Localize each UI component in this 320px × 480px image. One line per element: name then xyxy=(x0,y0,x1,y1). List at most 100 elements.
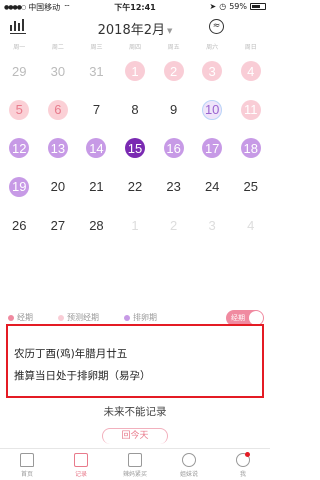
calendar-day[interactable]: 18 xyxy=(240,138,261,159)
calendar-cell[interactable]: 18 xyxy=(231,138,270,159)
calendar-cell[interactable]: 24 xyxy=(193,177,232,197)
calendar-day[interactable]: 4 xyxy=(241,215,261,235)
tab-bar: 首页 记录 辣妈紧买 姐妹说 我 xyxy=(0,448,270,480)
ovulation-dot-icon xyxy=(124,314,130,321)
home-icon xyxy=(20,453,34,467)
calendar-day[interactable]: 10 xyxy=(202,99,223,120)
community-icon xyxy=(182,453,196,467)
calendar-cell[interactable]: 19 xyxy=(0,176,39,197)
calendar-cell[interactable]: 30 xyxy=(39,61,78,81)
calendar-day[interactable]: 12 xyxy=(9,138,30,159)
calendar-day[interactable]: 1 xyxy=(125,61,146,82)
calendar-cell[interactable]: 16 xyxy=(154,138,193,159)
calendar-day[interactable]: 22 xyxy=(125,177,145,197)
calendar-cell[interactable]: 29 xyxy=(0,61,39,81)
calendar-day[interactable]: 6 xyxy=(47,99,68,120)
calendar-day[interactable]: 28 xyxy=(86,215,106,235)
calendar-cell[interactable]: 10 xyxy=(193,99,232,120)
month-selector[interactable]: 2018年2月 ▼ xyxy=(0,19,270,38)
calendar-day[interactable]: 8 xyxy=(125,100,145,120)
calendar-cell[interactable]: 11 xyxy=(231,99,270,120)
calendar-week-row: 26 27 28 1 2 3 4 xyxy=(0,206,270,245)
calendar-cell[interactable]: 4 xyxy=(231,215,270,235)
tab-record[interactable]: 记录 xyxy=(54,449,108,480)
chevron-down-icon: ▼ xyxy=(166,26,173,35)
calendar-day[interactable]: 3 xyxy=(202,61,223,82)
calendar-cell[interactable]: 25 xyxy=(231,177,270,197)
calendar-day[interactable]: 24 xyxy=(202,177,222,197)
sync-icon[interactable]: ≈ xyxy=(209,19,224,34)
calendar-cell[interactable]: 4 xyxy=(231,61,270,82)
calendar-cell[interactable]: 3 xyxy=(193,61,232,82)
back-to-today-button[interactable]: 回今天 xyxy=(102,428,168,444)
calendar-day[interactable]: 5 xyxy=(9,99,30,120)
tab-home[interactable]: 首页 xyxy=(0,449,54,480)
status-bar: ●●●●○ 中国移动 ⌔ 下午12:41 ➤ ◷ 59% xyxy=(0,0,270,14)
calendar-day[interactable]: 3 xyxy=(202,215,222,235)
calendar-day[interactable]: 17 xyxy=(202,138,223,159)
legend-period: 经期 xyxy=(8,312,33,323)
calendar-day[interactable]: 14 xyxy=(86,138,107,159)
calendar-cell[interactable]: 20 xyxy=(39,177,78,197)
calendar-cell[interactable]: 1 xyxy=(116,61,155,82)
calendar-day[interactable]: 1 xyxy=(125,215,145,235)
legend-ovulation: 排卵期 xyxy=(124,312,157,323)
future-note: 未来不能记录 xyxy=(103,406,167,418)
calendar-cell[interactable]: 28 xyxy=(77,215,116,235)
tab-community[interactable]: 姐妹说 xyxy=(162,449,216,480)
calendar-icon xyxy=(74,453,88,467)
calendar-cell[interactable]: 6 xyxy=(39,99,78,120)
calendar-day[interactable]: 30 xyxy=(48,61,68,81)
calendar-cell[interactable]: 13 xyxy=(39,138,78,159)
calendar-day[interactable]: 2 xyxy=(163,61,184,82)
calendar-day[interactable]: 20 xyxy=(48,177,68,197)
tab-profile[interactable]: 我 xyxy=(216,449,270,480)
calendar-cell[interactable]: 17 xyxy=(193,138,232,159)
calendar-cell[interactable]: 26 xyxy=(0,215,39,235)
calendar-day[interactable]: 29 xyxy=(9,61,29,81)
calendar-cell[interactable]: 8 xyxy=(116,100,155,120)
calendar-day[interactable]: 31 xyxy=(86,61,106,81)
calendar-week-row: 29 30 31 1 2 3 4 xyxy=(0,52,270,91)
calendar-cell[interactable]: 5 xyxy=(0,99,39,120)
calendar-day[interactable]: 7 xyxy=(86,100,106,120)
calendar-day[interactable]: 4 xyxy=(240,61,261,82)
calendar-cell[interactable]: 2 xyxy=(154,215,193,235)
day-info-panel: 农历丁酉(鸡)年腊月廿五 推算当日处于排卵期（易孕） xyxy=(6,324,264,398)
calendar-day[interactable]: 9 xyxy=(164,100,184,120)
calendar-cell[interactable]: 1 xyxy=(116,215,155,235)
calendar-day[interactable]: 2 xyxy=(164,215,184,235)
battery-icon xyxy=(250,3,266,10)
calendar-day[interactable]: 27 xyxy=(48,215,68,235)
weekday-row: 周一 周二 周三 周四 周五 周六 周日 xyxy=(0,42,270,52)
calendar-day[interactable]: 13 xyxy=(47,138,68,159)
weekday-label: 周六 xyxy=(206,44,219,51)
calendar-cell[interactable]: 3 xyxy=(193,215,232,235)
calendar-cell[interactable]: 14 xyxy=(77,138,116,159)
calendar-day[interactable]: 15 xyxy=(125,138,146,159)
calendar-day[interactable]: 21 xyxy=(86,177,106,197)
battery-percent: 59% xyxy=(229,2,247,11)
calendar-cell[interactable]: 23 xyxy=(154,177,193,197)
calendar-cell[interactable]: 27 xyxy=(39,215,78,235)
calendar-cell[interactable]: 12 xyxy=(0,138,39,159)
notification-badge xyxy=(245,452,250,457)
location-icon: ➤ xyxy=(209,2,217,11)
calendar-cell[interactable]: 7 xyxy=(77,100,116,120)
calendar-day[interactable]: 19 xyxy=(9,176,30,197)
predicted-dot-icon xyxy=(58,314,64,321)
calendar-week-row xyxy=(0,245,270,284)
calendar-cell[interactable]: 2 xyxy=(154,61,193,82)
calendar-cell[interactable]: 15 xyxy=(116,138,155,159)
tab-shop[interactable]: 辣妈紧买 xyxy=(108,449,162,480)
calendar-day[interactable]: 23 xyxy=(164,177,184,197)
calendar-day[interactable]: 16 xyxy=(163,138,184,159)
calendar-day[interactable]: 11 xyxy=(240,99,261,120)
calendar-day[interactable]: 26 xyxy=(9,215,29,235)
calendar-cell[interactable]: 31 xyxy=(77,61,116,81)
weekday-label: 周二 xyxy=(51,44,64,51)
calendar-cell[interactable]: 9 xyxy=(154,100,193,120)
calendar-day[interactable]: 25 xyxy=(241,177,261,197)
calendar-cell[interactable]: 22 xyxy=(116,177,155,197)
calendar-cell[interactable]: 21 xyxy=(77,177,116,197)
